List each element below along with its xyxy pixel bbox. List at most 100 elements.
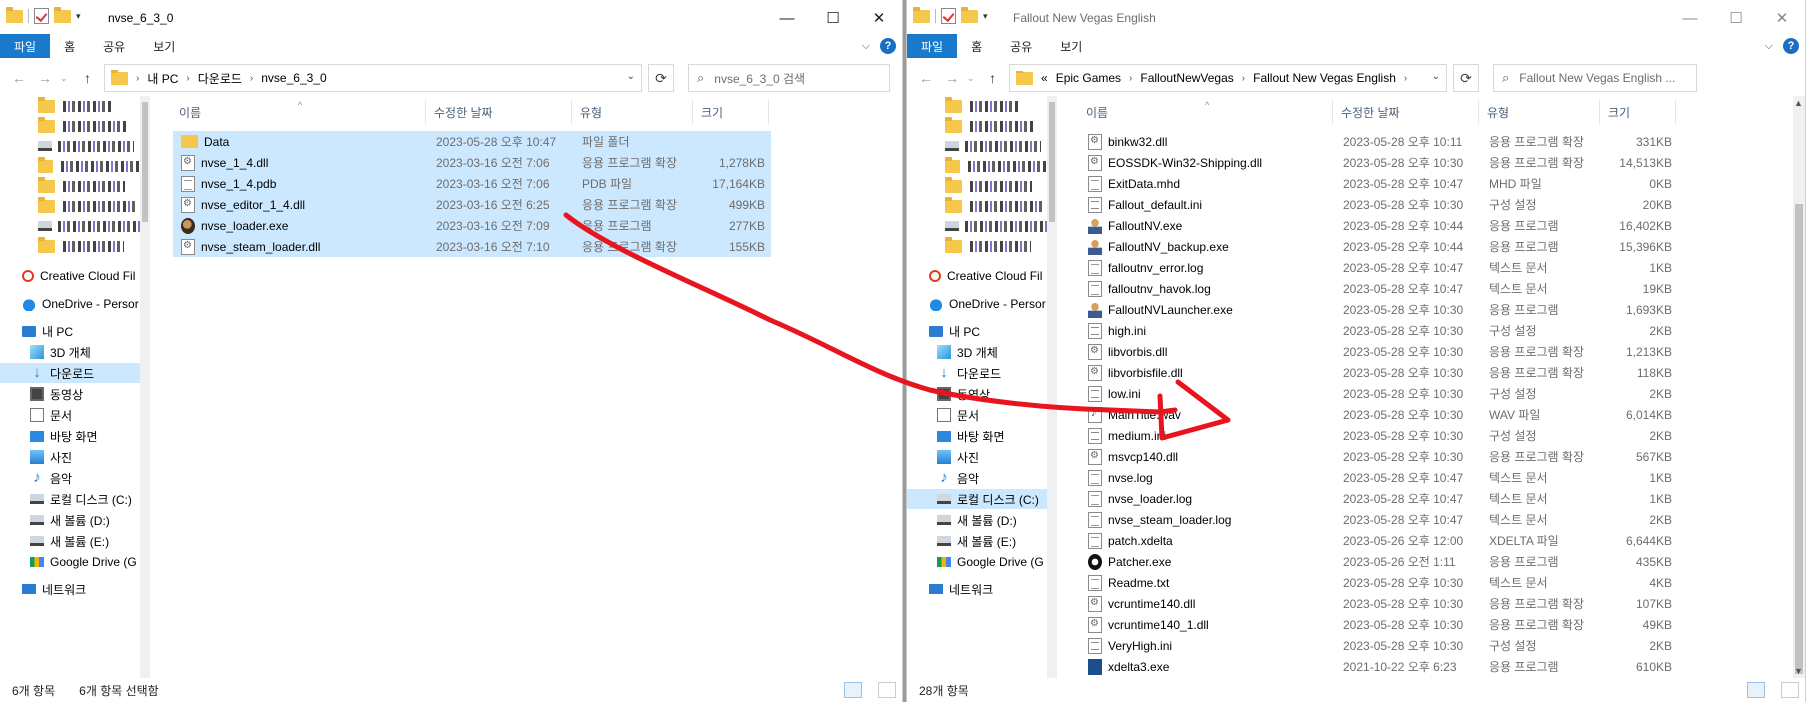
nav-item[interactable]: ↓ 다운로드 [0, 363, 140, 383]
quick-access-item[interactable] [0, 136, 140, 156]
nav-item[interactable]: 동영상 [0, 384, 140, 404]
file-row[interactable]: nvse_1_4.dll 2023-03-16 오전 7:06 응용 프로그램 확장… [173, 152, 771, 173]
scroll-thumb[interactable] [1795, 204, 1803, 674]
quick-access-item[interactable] [0, 196, 140, 216]
breadcrumb-item[interactable]: 내 PC [147, 70, 178, 87]
quick-access-item[interactable] [0, 96, 140, 116]
scroll-down-icon[interactable]: ▼ [1794, 666, 1803, 676]
file-row[interactable]: Data 2023-05-28 오후 10:47 파일 폴더 [173, 131, 771, 152]
file-row[interactable]: msvcp140.dll 2023-05-28 오후 10:30 응용 프로그램 확… [1080, 446, 1678, 467]
new-folder-icon[interactable] [961, 6, 978, 23]
breadcrumb-item[interactable]: 다운로드 [198, 70, 242, 87]
nav-item[interactable]: 3D 개체 [907, 342, 1047, 362]
tab-share[interactable]: 공유 [89, 34, 139, 58]
file-row[interactable]: Readme.txt 2023-05-28 오후 10:30 텍스트 문서 4KB [1080, 572, 1678, 593]
up-icon[interactable]: ↑ [84, 70, 91, 86]
nav-item[interactable]: 바탕 화면 [907, 426, 1047, 446]
nav-item[interactable]: 새 볼륨 (E:) [0, 531, 140, 551]
column-type[interactable]: 유형 [1479, 100, 1600, 124]
nav-item[interactable]: 새 볼륨 (D:) [0, 510, 140, 530]
nav-item[interactable]: 동영상 [907, 384, 1047, 404]
tab-home[interactable]: 홈 [957, 34, 996, 58]
column-size[interactable]: 크기 [693, 100, 769, 124]
file-row[interactable]: libvorbis.dll 2023-05-28 오후 10:30 응용 프로그램 … [1080, 341, 1678, 362]
tiles-view-button[interactable] [1781, 682, 1799, 698]
quick-access-item[interactable] [907, 196, 1047, 216]
quick-access-item[interactable] [0, 236, 140, 256]
recent-chevron-icon[interactable]: ⌄ [967, 73, 975, 84]
tab-file[interactable]: 파일 [907, 34, 958, 58]
column-name[interactable]: 이름 ^ [1078, 100, 1333, 124]
nav-item[interactable]: 로컬 디스크 (C:) [907, 489, 1047, 509]
nav-item[interactable]: ↓ 다운로드 [907, 363, 1047, 383]
quick-access-item[interactable] [0, 216, 140, 236]
column-name[interactable]: 이름 ^ [171, 100, 426, 124]
file-row[interactable]: falloutnv_havok.log 2023-05-28 오후 10:47 텍스… [1080, 278, 1678, 299]
forward-icon[interactable]: → [38, 70, 52, 86]
new-folder-icon[interactable] [54, 6, 71, 23]
file-row[interactable]: nvse_loader.exe 2023-03-16 오전 7:09 응용 프로그램… [173, 215, 771, 236]
nav-item[interactable]: 새 볼륨 (D:) [907, 510, 1047, 530]
close-button[interactable]: ✕ [1759, 0, 1805, 36]
up-icon[interactable]: ↑ [989, 70, 996, 86]
quick-access-item[interactable] [907, 176, 1047, 196]
file-row[interactable]: VeryHigh.ini 2023-05-28 오후 10:30 구성 설정 2KB [1080, 635, 1678, 656]
breadcrumb-overflow[interactable]: « [1041, 71, 1048, 85]
file-row[interactable]: medium.ini 2023-05-28 오후 10:30 구성 설정 2KB [1080, 425, 1678, 446]
breadcrumb-item[interactable]: nvse_6_3_0 [261, 71, 326, 85]
nav-item[interactable]: 사진 [907, 447, 1047, 467]
refresh-button[interactable]: ⟳ [648, 64, 674, 92]
column-date[interactable]: 수정한 날짜 [1333, 100, 1479, 124]
details-view-button[interactable] [1747, 682, 1765, 698]
quick-access-item[interactable] [907, 216, 1047, 236]
nav-item[interactable]: 바탕 화면 [0, 426, 140, 446]
nav-item[interactable]: 문서 [907, 405, 1047, 425]
file-row[interactable]: nvse_steam_loader.log 2023-05-28 오후 10:47… [1080, 509, 1678, 530]
nav-item[interactable]: 내 PC [0, 321, 140, 341]
nav-item[interactable]: Creative Cloud Fil [907, 266, 1047, 286]
tab-view[interactable]: 보기 [1046, 34, 1096, 58]
maximize-button[interactable]: ☐ [1713, 0, 1759, 36]
tab-home[interactable]: 홈 [50, 34, 89, 58]
nav-scrollbar[interactable] [1047, 96, 1057, 678]
quick-access-item[interactable] [907, 116, 1047, 136]
minimize-button[interactable]: — [764, 0, 810, 36]
back-icon[interactable]: ← [12, 70, 26, 86]
file-row[interactable]: low.ini 2023-05-28 오후 10:30 구성 설정 2KB [1080, 383, 1678, 404]
column-date[interactable]: 수정한 날짜 [426, 100, 572, 124]
nav-item[interactable]: 네트워크 [907, 579, 1047, 599]
file-row[interactable]: falloutnv_error.log 2023-05-28 오후 10:47 텍스… [1080, 257, 1678, 278]
recent-chevron-icon[interactable]: ⌄ [60, 73, 68, 84]
breadcrumb-item[interactable]: FalloutNewVegas [1140, 71, 1233, 85]
file-row[interactable]: MainTitle.wav 2023-05-28 오후 10:30 WAV 파일 6,… [1080, 404, 1678, 425]
properties-icon[interactable] [34, 8, 49, 24]
expand-ribbon-icon[interactable]: ⌵ [862, 40, 870, 53]
column-type[interactable]: 유형 [572, 100, 693, 124]
file-row[interactable]: FalloutNVLauncher.exe 2023-05-28 오후 10:30… [1080, 299, 1678, 320]
tab-share[interactable]: 공유 [996, 34, 1046, 58]
nav-item[interactable]: ♪ 음악 [0, 468, 140, 488]
file-row[interactable]: nvse.log 2023-05-28 오후 10:47 텍스트 문서 1KB [1080, 467, 1678, 488]
quick-access-item[interactable] [0, 156, 140, 176]
file-row[interactable]: nvse_steam_loader.dll 2023-03-16 오전 7:10 응… [173, 236, 771, 257]
file-row[interactable]: ExitData.mhd 2023-05-28 오후 10:47 MHD 파일 0KB [1080, 173, 1678, 194]
file-row[interactable]: binkw32.dll 2023-05-28 오후 10:11 응용 프로그램 확장… [1080, 131, 1678, 152]
nav-item[interactable]: ♪ 음악 [907, 468, 1047, 488]
address-bar[interactable]: › 내 PC › 다운로드 › nvse_6_3_0 ⌄ [104, 64, 642, 92]
nav-item[interactable]: Google Drive (G [907, 552, 1047, 572]
nav-item[interactable]: 사진 [0, 447, 140, 467]
tiles-view-button[interactable] [878, 682, 896, 698]
nav-scrollbar[interactable] [140, 96, 150, 678]
file-row[interactable]: FalloutNV.exe 2023-05-28 오후 10:44 응용 프로그램 1… [1080, 215, 1678, 236]
file-row[interactable]: nvse_editor_1_4.dll 2023-03-16 오전 6:25 응용 … [173, 194, 771, 215]
nav-item[interactable]: OneDrive - Persor [0, 294, 140, 314]
quick-access-item[interactable] [907, 136, 1047, 156]
nav-item[interactable]: 로컬 디스크 (C:) [0, 489, 140, 509]
file-row[interactable]: EOSSDK-Win32-Shipping.dll 2023-05-28 오후 1… [1080, 152, 1678, 173]
nav-item[interactable]: Creative Cloud Fil [0, 266, 140, 286]
help-icon[interactable]: ? [1783, 38, 1799, 54]
close-button[interactable]: ✕ [856, 0, 902, 36]
search-input[interactable]: ⌕ Fallout New Vegas English ... [1493, 64, 1697, 92]
maximize-button[interactable]: ☐ [810, 0, 856, 36]
nav-item[interactable]: 내 PC [907, 321, 1047, 341]
